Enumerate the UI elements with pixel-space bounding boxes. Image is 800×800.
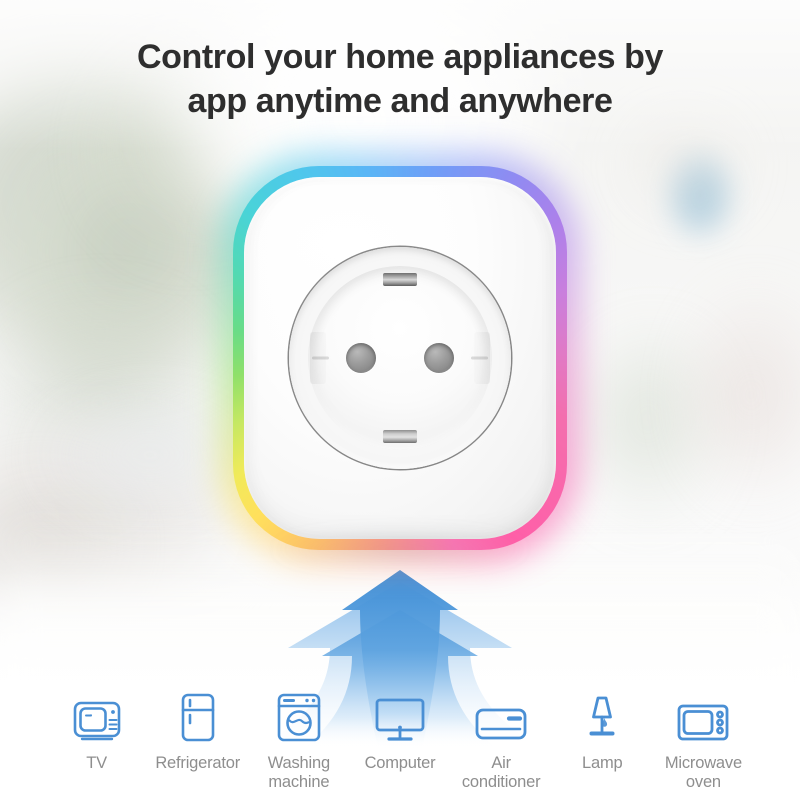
- tv-icon: [72, 689, 122, 743]
- appliance-item-air-conditioner: Air conditioner: [451, 689, 552, 792]
- socket-well: [308, 266, 492, 450]
- appliance-item-refrigerator: Refrigerator: [147, 689, 248, 773]
- microwave-oven-icon: [676, 689, 730, 743]
- refrigerator-icon: [179, 689, 217, 743]
- appliance-label: TV: [86, 754, 107, 773]
- appliance-item-microwave-oven: Microwave oven: [653, 689, 754, 792]
- socket-notch-bar-right: [471, 356, 488, 360]
- appliance-item-lamp: Lamp: [552, 689, 653, 773]
- appliance-item-tv: TV: [46, 689, 147, 773]
- device-shadow: [275, 532, 525, 566]
- appliance-label: Lamp: [582, 754, 623, 773]
- socket-pin-hole-left: [346, 343, 376, 373]
- air-conditioner-icon: [474, 689, 528, 743]
- socket-notch-bar-left: [312, 356, 329, 360]
- washing-machine-icon: [276, 689, 322, 743]
- appliance-label: Computer: [364, 754, 436, 773]
- appliance-label: Washing machine: [267, 754, 330, 792]
- lamp-icon: [579, 689, 625, 743]
- appliance-label: Microwave oven: [664, 754, 742, 792]
- headline-line-1: Control your home appliances by: [136, 38, 664, 76]
- socket-bezel: [289, 247, 511, 469]
- earth-contact-bottom-icon: [383, 430, 417, 443]
- computer-icon: [374, 689, 426, 743]
- earth-contact-top-icon: [383, 273, 417, 286]
- appliance-label: Air conditioner: [461, 754, 541, 792]
- socket-pin-hole-right: [424, 343, 454, 373]
- headline-line-2: app anytime and anywhere: [187, 81, 613, 120]
- appliance-item-computer: Computer: [349, 689, 450, 773]
- appliance-label: Refrigerator: [155, 754, 241, 773]
- device-body: [244, 177, 556, 539]
- smart-plug-device: [219, 152, 581, 566]
- appliance-item-washing-machine: Washing machine: [248, 689, 349, 792]
- product-banner: Control your home appliances by app anyt…: [0, 0, 800, 800]
- headline: Control your home appliances by app anyt…: [0, 36, 800, 123]
- appliance-list: TV Refrigerator Washing machine Computer…: [0, 689, 800, 792]
